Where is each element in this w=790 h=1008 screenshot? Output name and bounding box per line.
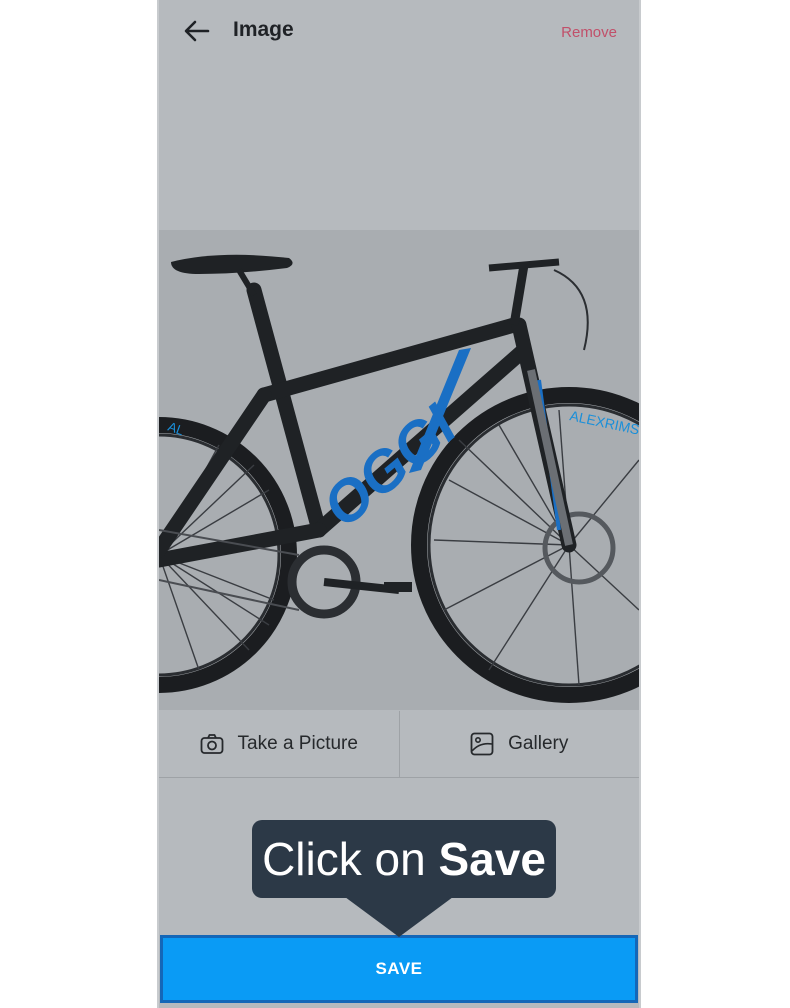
tooltip-pointer <box>345 897 453 937</box>
tooltip-prefix: Click on <box>262 833 439 885</box>
page-title: Image <box>233 18 294 41</box>
remove-button[interactable]: Remove <box>561 24 617 41</box>
image-icon <box>470 732 494 756</box>
gallery-label: Gallery <box>508 733 569 754</box>
save-button[interactable]: SAVE <box>160 935 638 1003</box>
back-button[interactable] <box>181 16 213 46</box>
gallery-button[interactable]: Gallery <box>398 711 640 777</box>
image-source-actions: Take a Picture Gallery <box>159 711 639 778</box>
bicycle-image: AL ALEXRIMS OGGI <box>159 254 639 703</box>
instruction-tooltip: Click on Save <box>252 820 556 898</box>
top-bar: Image Remove <box>159 0 639 64</box>
take-picture-label: Take a Picture <box>237 733 358 754</box>
tooltip-emphasis: Save <box>438 833 546 885</box>
camera-icon <box>200 734 223 754</box>
selected-image: AL ALEXRIMS OGGI <box>159 230 639 710</box>
arrow-left-icon <box>184 20 210 42</box>
take-picture-button[interactable]: Take a Picture <box>159 711 399 777</box>
